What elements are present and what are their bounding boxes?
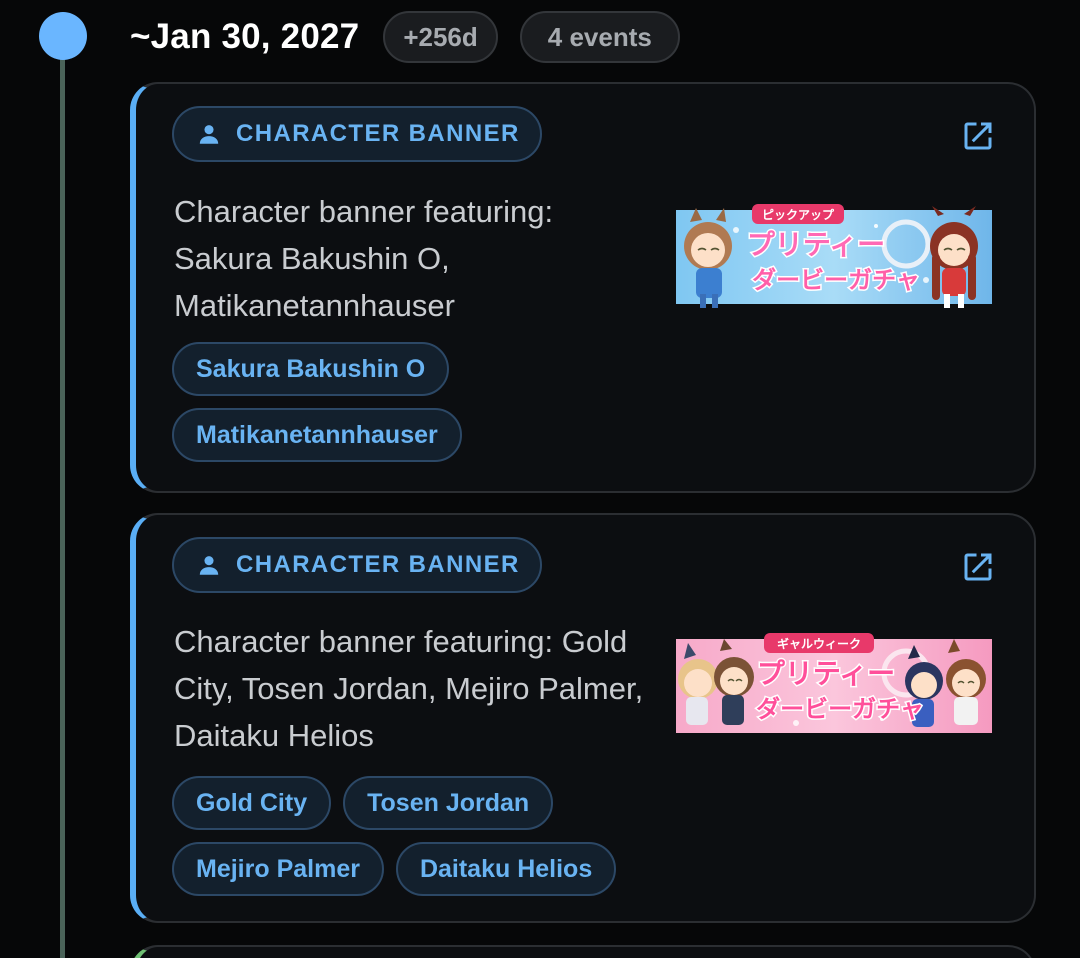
banner-image[interactable]: ピックアップ プリティー ダービーガチャ	[676, 204, 992, 308]
svg-text:プリティー: プリティー	[747, 228, 885, 261]
character-tag[interactable]: Gold City	[172, 776, 332, 830]
person-icon	[199, 125, 219, 144]
timeline-page: ~Jan 30, 2027 +256d 4 events CHARACTER B…	[0, 0, 1080, 958]
external-link-icon[interactable]	[960, 118, 996, 154]
event-description: Character banner featuring: Sakura Bakus…	[174, 194, 554, 323]
character-tag[interactable]: Sakura Bakushin O	[172, 342, 450, 396]
banner-image[interactable]: ギャルウィーク プリティー ダービーガチャ	[676, 633, 992, 733]
event-type-chip: CHARACTER BANNER	[172, 106, 542, 162]
event-description: Character banner featuring: Gold City, T…	[174, 624, 644, 753]
event-type-label: CHARACTER BANNER	[236, 551, 520, 578]
character-tag[interactable]: Matikanetannhauser	[172, 408, 462, 462]
event-count-badge: 4 events	[519, 11, 680, 63]
person-icon	[199, 556, 219, 575]
event-type-label: CHARACTER BANNER	[236, 120, 520, 147]
timeline-dot	[39, 12, 87, 60]
svg-text:ダービーガチャ: ダービーガチャ	[752, 266, 920, 294]
event-type-chip: CHARACTER BANNER	[172, 537, 542, 593]
character-tag-list: Sakura Bakushin O Matikanetannhauser	[172, 342, 592, 462]
date-group-header: ~Jan 30, 2027 +256d 4 events	[130, 8, 680, 66]
svg-text:ダービーガチャ: ダービーガチャ	[756, 695, 924, 723]
svg-text:プリティー: プリティー	[757, 657, 895, 690]
character-tag[interactable]: Mejiro Palmer	[172, 842, 384, 896]
banner-subtitle-text: ピックアップ	[762, 207, 835, 222]
external-link-icon[interactable]	[960, 549, 996, 585]
character-tag[interactable]: Tosen Jordan	[343, 776, 554, 830]
character-tag[interactable]: Daitaku Helios	[395, 842, 617, 896]
event-card[interactable]: CHARACTER BANNER Character banner featur…	[130, 513, 1036, 923]
days-offset-badge: +256d	[383, 11, 498, 63]
date-label: ~Jan 30, 2027	[130, 17, 360, 56]
banner-subtitle-text: ギャルウィーク	[777, 636, 861, 651]
timeline-line	[60, 40, 65, 958]
event-card[interactable]: CHARACTER BANNER Character banner featur…	[130, 82, 1036, 493]
event-card-partial[interactable]	[130, 945, 1036, 958]
character-tag-list: Gold City Tosen Jordan Mejiro Palmer Dai…	[172, 776, 632, 896]
